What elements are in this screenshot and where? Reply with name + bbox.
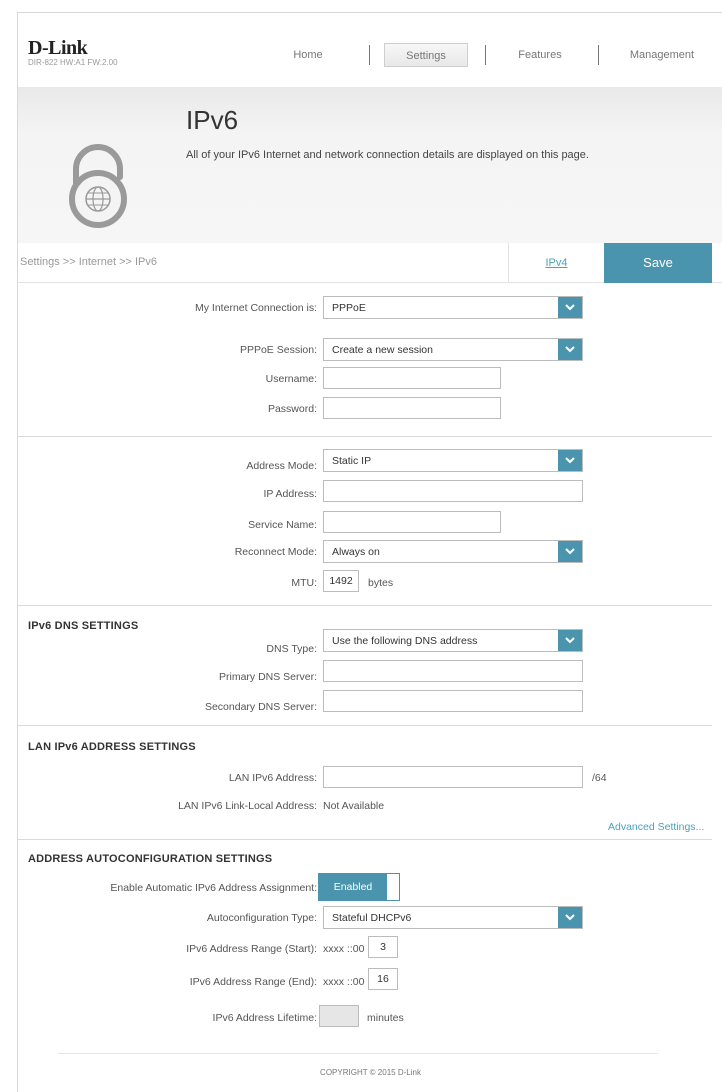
chevron-down-icon — [558, 907, 582, 928]
autoconf-section-title: ADDRESS AUTOCONFIGURATION SETTINGS — [28, 853, 273, 865]
password-label: Password: — [267, 403, 317, 415]
advanced-settings-link[interactable]: Advanced Settings... — [608, 821, 704, 833]
prefix-length: /64 — [592, 772, 607, 784]
copyright: COPYRIGHT © 2015 D-Link — [320, 1068, 421, 1077]
app-frame: D-Link DIR-822 HW:A1 FW:2.00 Home Settin… — [17, 12, 722, 1092]
breadcrumb-bar: Settings >> Internet >> IPv6 IPv4 Save — [18, 243, 722, 283]
model-info: DIR-822 HW:A1 FW:2.00 — [28, 58, 118, 67]
page-title: IPv6 — [186, 105, 239, 135]
autoconf-type-label: Autoconfiguration Type: — [206, 912, 317, 924]
connection-type-value: PPPoE — [332, 302, 366, 314]
footer-divider — [58, 1053, 658, 1054]
pppoe-session-label: PPPoE Session: — [239, 344, 317, 356]
service-name-label: Service Name: — [248, 519, 317, 531]
chevron-down-icon — [558, 450, 582, 471]
section-divider — [18, 725, 712, 726]
dns-type-label: DNS Type: — [266, 643, 317, 655]
autoconf-type-select[interactable]: Stateful DHCPv6 — [323, 906, 583, 929]
nav-settings[interactable]: Settings — [384, 43, 468, 67]
chevron-down-icon — [558, 541, 582, 562]
ip-address-field[interactable] — [323, 480, 583, 502]
primary-dns-label: Primary DNS Server: — [218, 671, 317, 683]
nav-management[interactable]: Management — [612, 43, 712, 67]
range-end-field[interactable]: 16 — [368, 968, 398, 990]
globe-lock-icon — [69, 144, 127, 228]
page-banner: IPv6 All of your IPv6 Internet and netwo… — [18, 87, 722, 243]
link-local-value: Not Available — [323, 800, 385, 812]
section-divider — [18, 605, 712, 606]
nav-separator — [369, 45, 370, 65]
reconnect-mode-select[interactable]: Always on — [323, 540, 583, 563]
range-start-field[interactable]: 3 — [368, 936, 398, 958]
link-local-label: LAN IPv6 Link-Local Address: — [178, 800, 317, 812]
reconnect-mode-label: Reconnect Mode: — [234, 546, 317, 558]
secondary-dns-label: Secondary DNS Server: — [204, 701, 317, 713]
connection-type-select[interactable]: PPPoE — [323, 296, 583, 319]
ipv4-link[interactable]: IPv4 — [508, 243, 604, 283]
lifetime-label: IPv6 Address Lifetime: — [212, 1012, 317, 1024]
nav-home[interactable]: Home — [268, 43, 348, 67]
address-mode-select[interactable]: Static IP — [323, 449, 583, 472]
lifetime-field[interactable] — [319, 1005, 359, 1027]
chevron-down-icon — [558, 630, 582, 651]
mtu-label: MTU: — [291, 577, 317, 589]
range-end-label: IPv6 Address Range (End): — [189, 976, 317, 988]
password-field[interactable] — [323, 397, 501, 419]
ip-address-label: IP Address: — [263, 488, 317, 500]
reconnect-mode-value: Always on — [332, 546, 380, 558]
nav-features[interactable]: Features — [500, 43, 580, 67]
lan-section-title: LAN IPv6 ADDRESS SETTINGS — [28, 741, 196, 753]
mtu-unit: bytes — [368, 577, 394, 589]
nav-separator — [485, 45, 486, 65]
connection-type-label: My Internet Connection is: — [195, 302, 317, 314]
section-divider — [18, 839, 712, 840]
service-name-field[interactable] — [323, 511, 501, 533]
nav-separator — [598, 45, 599, 65]
address-mode-value: Static IP — [332, 455, 372, 467]
dlink-logo: D-Link — [28, 37, 88, 59]
chevron-down-icon — [558, 297, 582, 318]
toggle-state: Enabled — [319, 874, 387, 900]
primary-dns-field[interactable] — [323, 660, 583, 682]
save-button[interactable]: Save — [604, 243, 712, 283]
dns-type-value: Use the following DNS address — [332, 635, 478, 647]
breadcrumb: Settings >> Internet >> IPv6 — [20, 256, 157, 268]
dns-section-title: IPv6 DNS SETTINGS — [28, 620, 139, 632]
enable-auto-assignment-label: Enable Automatic IPv6 Address Assignment… — [110, 882, 317, 894]
lifetime-unit: minutes — [367, 1012, 404, 1024]
pppoe-session-select[interactable]: Create a new session — [323, 338, 583, 361]
chevron-down-icon — [558, 339, 582, 360]
lan-ipv6-address-field[interactable] — [323, 766, 583, 788]
range-start-prefix: xxxx ::00 — [323, 943, 365, 955]
top-header: D-Link DIR-822 HW:A1 FW:2.00 Home Settin… — [18, 13, 722, 87]
enable-auto-assignment-toggle[interactable]: Enabled — [318, 873, 400, 901]
mtu-field[interactable]: 1492 — [323, 570, 359, 592]
username-label: Username: — [265, 373, 317, 385]
section-divider — [18, 436, 712, 437]
lan-ipv6-address-label: LAN IPv6 Address: — [228, 772, 317, 784]
page-description: All of your IPv6 Internet and network co… — [186, 149, 589, 161]
dns-type-select[interactable]: Use the following DNS address — [323, 629, 583, 652]
range-end-prefix: xxxx ::00 — [323, 976, 365, 988]
autoconf-type-value: Stateful DHCPv6 — [332, 912, 412, 924]
secondary-dns-field[interactable] — [323, 690, 583, 712]
pppoe-session-value: Create a new session — [332, 344, 433, 356]
address-mode-label: Address Mode: — [246, 460, 317, 472]
range-start-label: IPv6 Address Range (Start): — [186, 943, 317, 955]
username-field[interactable] — [323, 367, 501, 389]
